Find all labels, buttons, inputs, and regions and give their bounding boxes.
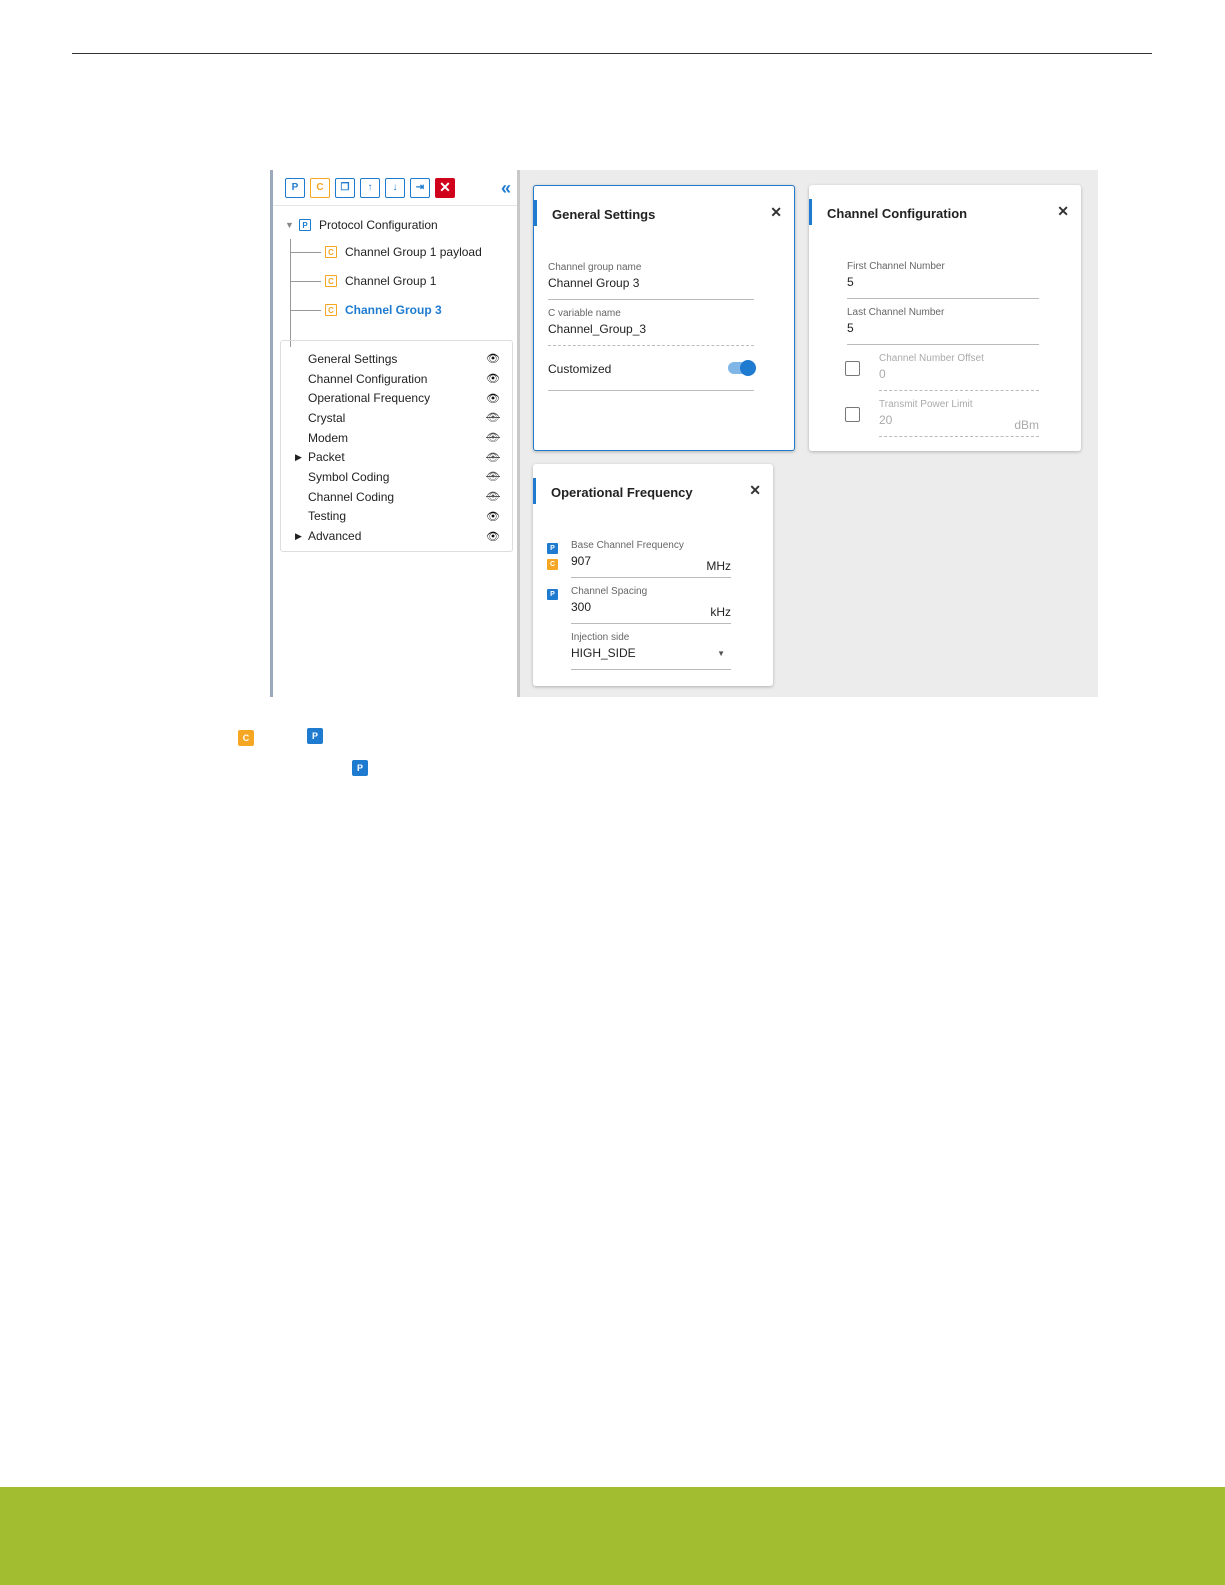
channel-number-offset-checkbox[interactable] xyxy=(845,361,860,376)
tree-item-label: Channel Group 3 xyxy=(345,303,442,317)
panel-item-testing[interactable]: Testing 👁 xyxy=(281,507,512,527)
channel-number-offset-field: Channel Number Offset 0 xyxy=(879,353,1039,391)
eye-icon[interactable]: 👁 xyxy=(486,510,500,523)
eye-off-icon[interactable]: 👁 xyxy=(486,470,500,483)
operational-frequency-card: Operational Frequency ✕ P C Base Channel… xyxy=(533,464,773,686)
import-button[interactable]: ⇥ xyxy=(410,177,430,198)
tree-root[interactable]: ▼ P Protocol Configuration xyxy=(285,218,438,232)
protocol-badge-icon: P xyxy=(547,543,558,554)
copy-button[interactable]: ❐ xyxy=(335,177,355,198)
general-settings-card: General Settings ✕ Channel group name Ch… xyxy=(533,185,795,451)
channel-group-legend-icon: C xyxy=(238,730,254,746)
panel-item-general-settings[interactable]: General Settings 👁 xyxy=(281,349,512,369)
panel-item-channel-coding[interactable]: Channel Coding 👁 xyxy=(281,487,512,507)
collapse-icon[interactable]: « xyxy=(501,178,511,199)
caret-right-icon[interactable]: ▶ xyxy=(295,452,302,463)
delete-button[interactable]: ✕ xyxy=(435,177,455,198)
panel-item-crystal[interactable]: Crystal 👁 xyxy=(281,408,512,428)
move-down-button[interactable]: ↓ xyxy=(385,177,405,198)
channel-group-badge-icon: C xyxy=(547,559,558,570)
panel-item-modem[interactable]: Modem 👁 xyxy=(281,428,512,448)
move-up-button[interactable]: ↑ xyxy=(360,177,380,198)
caret-down-icon[interactable]: ▼ xyxy=(285,220,299,230)
eye-off-icon[interactable]: 👁 xyxy=(486,411,500,424)
customized-toggle[interactable] xyxy=(728,360,756,376)
toolbar: P C ❐ ↑ ↓ ⇥ ✕ « xyxy=(273,170,517,206)
panel-item-symbol-coding[interactable]: Symbol Coding 👁 xyxy=(281,467,512,487)
tree-item-channel-group-3[interactable]: C Channel Group 3 xyxy=(291,303,442,317)
panel-item-channel-configuration[interactable]: Channel Configuration 👁 xyxy=(281,369,512,389)
eye-off-icon[interactable]: 👁 xyxy=(486,451,500,464)
card-title: Operational Frequency ✕ xyxy=(533,464,773,520)
tree-item-label: Channel Group 1 payload xyxy=(345,245,482,259)
config-tree: ▼ P Protocol Configuration C Channel Gro… xyxy=(273,206,517,347)
app-screenshot: P C ❐ ↑ ↓ ⇥ ✕ « ▼ P Protocol Configurati… xyxy=(270,170,1098,697)
transmit-power-limit-field: Transmit Power Limit 20 dBm xyxy=(879,399,1039,437)
tree-item-channel-group-1[interactable]: C Channel Group 1 xyxy=(291,274,436,288)
panel-item-operational-frequency[interactable]: Operational Frequency 👁 xyxy=(281,388,512,408)
tree-root-label: Protocol Configuration xyxy=(319,218,438,232)
channel-group-badge-icon: C xyxy=(325,275,337,287)
base-channel-frequency-field[interactable]: Base Channel Frequency 907 MHz xyxy=(571,540,731,578)
channel-spacing-field[interactable]: Channel Spacing 300 kHz xyxy=(571,586,731,624)
c-variable-name-field[interactable]: C variable name Channel_Group_3 xyxy=(548,308,754,346)
protocol-legend-icon: P xyxy=(352,760,368,776)
injection-side-select[interactable]: Injection side HIGH_SIDE ▼ xyxy=(571,632,731,670)
close-icon[interactable]: ✕ xyxy=(770,204,782,221)
eye-icon[interactable]: 👁 xyxy=(486,372,500,385)
tree-item-label: Channel Group 1 xyxy=(345,274,437,288)
channel-group-badge-icon: C xyxy=(325,246,337,258)
footer-bar xyxy=(0,1487,1225,1585)
protocol-legend-icon: P xyxy=(307,728,323,744)
panel-item-advanced[interactable]: ▶ Advanced 👁 xyxy=(281,526,512,546)
eye-icon[interactable]: 👁 xyxy=(486,352,500,365)
card-title: Channel Configuration ✕ xyxy=(809,185,1081,241)
customized-row: Customized xyxy=(548,358,756,391)
protocol-badge-icon: P xyxy=(299,219,311,231)
transmit-power-limit-checkbox[interactable] xyxy=(845,407,860,422)
close-icon[interactable]: ✕ xyxy=(749,482,761,499)
top-rule xyxy=(72,53,1152,54)
tree-item-channel-group-1-payload[interactable]: C Channel Group 1 payload xyxy=(291,245,482,259)
channel-configuration-card: Channel Configuration ✕ First Channel Nu… xyxy=(809,185,1081,451)
eye-off-icon[interactable]: 👁 xyxy=(486,490,500,503)
channel-group-name-field[interactable]: Channel group name Channel Group 3 xyxy=(548,262,754,300)
eye-icon[interactable]: 👁 xyxy=(486,392,500,405)
first-channel-number-field[interactable]: First Channel Number 5 xyxy=(847,261,1039,299)
protocol-badge-icon: P xyxy=(547,589,558,600)
panel-item-packet[interactable]: ▶ Packet 👁 xyxy=(281,447,512,467)
last-channel-number-field[interactable]: Last Channel Number 5 xyxy=(847,307,1039,345)
close-icon[interactable]: ✕ xyxy=(1057,203,1069,220)
eye-off-icon[interactable]: 👁 xyxy=(486,431,500,444)
panel-list: General Settings 👁 Channel Configuration 👁… xyxy=(280,340,513,552)
eye-icon[interactable]: 👁 xyxy=(486,530,500,543)
chevron-down-icon[interactable]: ▼ xyxy=(717,649,725,658)
channel-group-badge-icon: C xyxy=(325,304,337,316)
add-channel-group-button[interactable]: C xyxy=(310,177,330,198)
add-protocol-button[interactable]: P xyxy=(285,177,305,198)
card-title: General Settings ✕ xyxy=(534,186,794,242)
sidebar: P C ❐ ↑ ↓ ⇥ ✕ « ▼ P Protocol Configurati… xyxy=(273,170,520,697)
caret-right-icon[interactable]: ▶ xyxy=(295,531,302,542)
